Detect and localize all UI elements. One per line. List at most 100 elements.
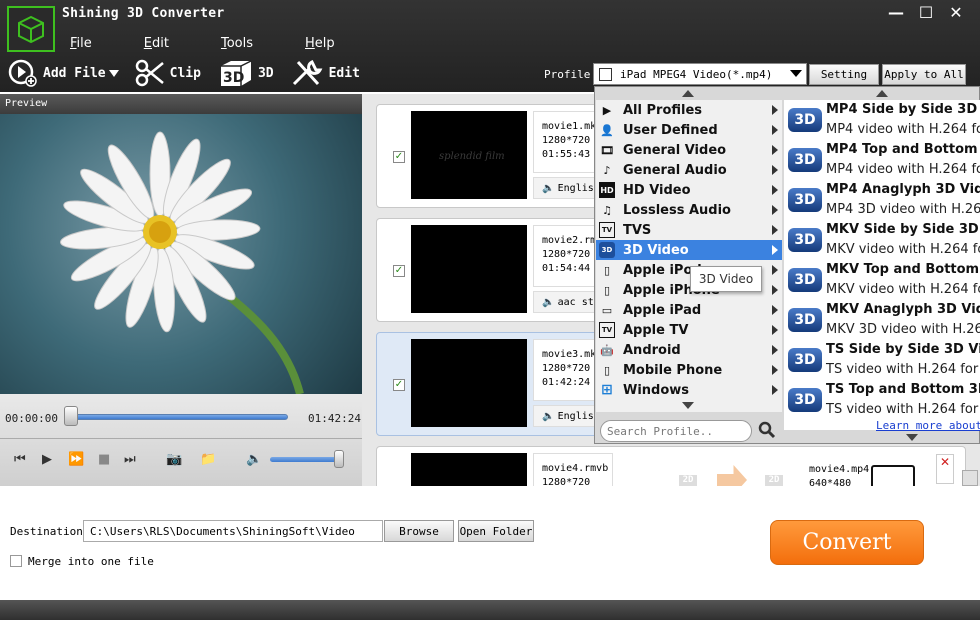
category-label: Apple TV [623, 322, 689, 338]
volume-handle[interactable] [334, 450, 344, 468]
close-button[interactable]: ✕ [946, 3, 966, 22]
minimize-button[interactable]: — [886, 3, 906, 22]
fast-forward-icon[interactable]: ⏩ [68, 452, 84, 467]
chevron-right-icon [772, 265, 778, 275]
menu-help[interactable]: Help [305, 36, 335, 51]
format-desc: MP4 video with H.264 for playback [826, 162, 980, 177]
music-note-icon: ♪ [603, 163, 611, 177]
output-format-icon[interactable] [871, 465, 915, 486]
category-scroll-up-icon[interactable] [682, 90, 694, 97]
format-item[interactable]: 3D MKV Anaglyph 3D Video MKV 3D video with… [784, 300, 980, 340]
next-icon[interactable]: ⏭ [124, 452, 136, 467]
hd-icon: HD [599, 182, 615, 198]
browse-button[interactable]: Browse [384, 520, 454, 542]
menu-bar: File Edit Tools Help [70, 36, 387, 51]
clip-button[interactable]: Clip [135, 59, 201, 87]
category-all-profiles[interactable]: ▶ All Profiles [596, 100, 782, 120]
learn-more-link[interactable]: Learn more about 3D [876, 419, 980, 432]
chevron-right-icon [772, 325, 778, 335]
play-icon[interactable]: ▶ [42, 452, 52, 467]
3d-button[interactable]: 3D 3D [217, 58, 274, 88]
category-lossless-audio[interactable]: ♫ Lossless Audio [596, 200, 782, 220]
chevron-right-icon [772, 305, 778, 315]
merge-label: Merge into one file [28, 555, 154, 568]
file-name: movie4.rmvb [542, 463, 609, 474]
mobile-phone-icon: ▯ [603, 363, 611, 377]
category-general-audio[interactable]: ♪ General Audio [596, 160, 782, 180]
chevron-right-icon [772, 105, 778, 115]
format-name: TS Side by Side 3D Video [826, 342, 980, 357]
file-thumbnail [411, 453, 527, 486]
format-scroll-down-icon[interactable] [906, 434, 918, 441]
category-apple-tv[interactable]: TV Apple TV [596, 320, 782, 340]
category-3d-video[interactable]: 3D 3D Video [596, 240, 782, 260]
menu-tools[interactable]: Tools [221, 36, 253, 51]
format-item[interactable]: 3D MKV Side by Side 3D Video MKV video wit… [784, 220, 980, 260]
add-file-button[interactable]: Add File [8, 59, 119, 87]
file-thumbnail [411, 225, 527, 313]
category-list: ▶ All Profiles 👤 User Defined 🎞 General Vid… [596, 100, 782, 412]
apple-tv-icon: TV [599, 322, 615, 338]
format-desc: MKV video with H.264 for playback [826, 242, 980, 257]
apply-to-all-button[interactable]: Apply to All [882, 64, 966, 85]
chevron-right-icon [772, 205, 778, 215]
format-item[interactable]: 3D MP4 Top and Bottom 3D Video MP4 video w… [784, 140, 980, 180]
snapshot-icon[interactable]: 📷 [166, 452, 182, 467]
chevron-down-icon[interactable] [790, 70, 802, 77]
volume-slider[interactable] [270, 457, 340, 462]
category-hd-video[interactable]: HD HD Video [596, 180, 782, 200]
output-file-resolution: 640*480 [809, 478, 852, 486]
previous-icon[interactable]: ⏮ [14, 452, 26, 467]
category-label: Windows [623, 382, 690, 398]
category-scroll-down-icon[interactable] [682, 402, 694, 409]
time-current: 00:00:00 [5, 412, 58, 425]
format-item[interactable]: 3D MP4 Side by Side 3D Video MP4 video wit… [784, 100, 980, 140]
file-checkbox[interactable]: ✓ [393, 265, 405, 277]
folder-icon[interactable]: 📁 [200, 452, 216, 467]
chevron-right-icon [772, 365, 778, 375]
category-mobile-phone[interactable]: ▯ Mobile Phone [596, 360, 782, 380]
file-row[interactable]: movie4.rmvb 1280*720 2D 2D movie4.mp4 64… [376, 446, 966, 486]
category-label: Android [623, 342, 681, 358]
destination-input[interactable]: C:\Users\RLS\Documents\ShiningSoft\Video [83, 520, 383, 542]
format-item[interactable]: 3D MKV Top and Bottom 3D Video MKV video w… [784, 260, 980, 300]
category-tvs[interactable]: TV TVS [596, 220, 782, 240]
seek-bar[interactable] [66, 414, 288, 420]
edit-button[interactable]: Edit [290, 58, 360, 88]
preview-video[interactable] [0, 114, 362, 394]
format-desc: MKV 3D video with H.264 for playback [826, 322, 980, 337]
list-scrollbar[interactable] [962, 470, 978, 486]
category-user-defined[interactable]: 👤 User Defined [596, 120, 782, 140]
format-scroll-up-icon[interactable] [876, 90, 888, 97]
search-profile-input[interactable]: Search Profile.. [600, 420, 752, 442]
open-folder-button[interactable]: Open Folder [458, 520, 534, 542]
format-item[interactable]: 3D TS Side by Side 3D Video TS video with … [784, 340, 980, 380]
profile-select[interactable]: iPad MPEG4 Video(*.mp4) [593, 63, 807, 85]
android-icon: 🤖 [600, 343, 614, 357]
category-windows[interactable]: ⊞ Windows [596, 380, 782, 400]
file-checkbox[interactable]: ✓ [393, 151, 405, 163]
seek-handle[interactable] [64, 406, 78, 426]
add-file-dropdown-icon[interactable] [108, 69, 119, 77]
stop-icon[interactable]: ■ [98, 452, 110, 467]
category-android[interactable]: 🤖 Android [596, 340, 782, 360]
menu-edit[interactable]: Edit [144, 36, 169, 51]
file-checkbox[interactable]: ✓ [393, 379, 405, 391]
remove-file-icon[interactable]: ✕ [936, 454, 954, 484]
format-item[interactable]: 3D MP4 Anaglyph 3D Video MP4 3D video with… [784, 180, 980, 220]
merge-checkbox[interactable] [10, 555, 22, 567]
convert-button[interactable]: Convert [770, 520, 924, 565]
file-thumbnail: splendid film [411, 111, 527, 199]
format-item[interactable]: 3D TS Top and Bottom 3D Video TS video wit… [784, 380, 980, 420]
menu-file[interactable]: File [70, 36, 92, 51]
maximize-button[interactable]: ☐ [916, 3, 936, 22]
player-controls: 00:00:00 01:42:24 ⏮ ▶ ⏩ ■ ⏭ 📷 📁 🔈 [0, 394, 362, 486]
format-name: MP4 Anaglyph 3D Video [826, 182, 980, 197]
volume-icon[interactable]: 🔈 [246, 452, 262, 467]
category-general-video[interactable]: 🎞 General Video [596, 140, 782, 160]
file-thumbnail [411, 339, 527, 427]
category-apple-ipad[interactable]: ▭ Apple iPad [596, 300, 782, 320]
setting-button[interactable]: Setting [809, 64, 879, 85]
search-icon[interactable] [758, 421, 776, 439]
app-logo-icon [7, 6, 55, 52]
